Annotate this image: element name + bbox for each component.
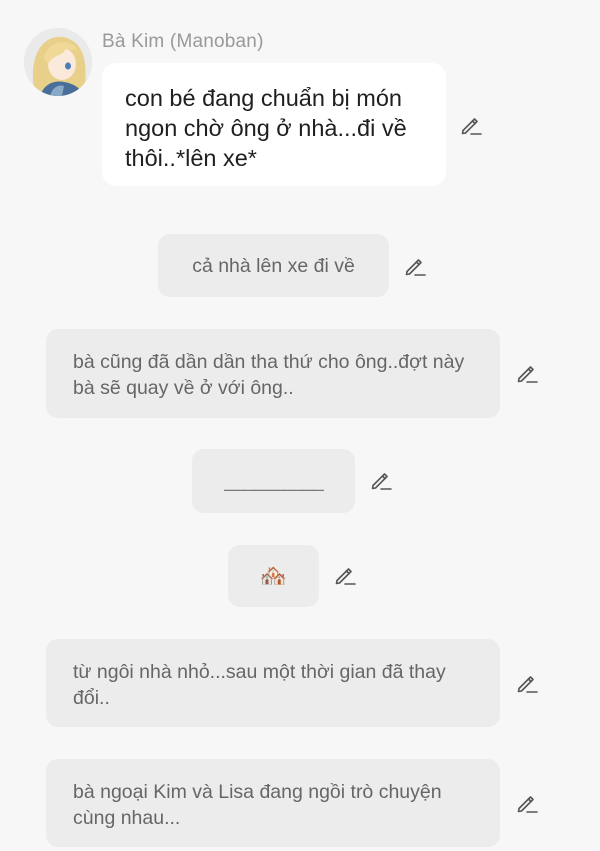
dialogue-text: con bé đang chuẩn bị món ngon chờ ông ở … xyxy=(125,85,407,171)
narration-text: từ ngôi nhà nhỏ...sau một thời gian đã t… xyxy=(73,661,446,709)
narration-bubble[interactable]: bà ngoại Kim và Lisa đang ngồi trò chuyệ… xyxy=(46,759,500,847)
edit-icon[interactable] xyxy=(514,360,540,386)
edit-icon[interactable] xyxy=(402,253,428,279)
narration-text: bà ngoại Kim và Lisa đang ngồi trò chuyệ… xyxy=(73,781,442,829)
edit-icon[interactable] xyxy=(368,467,394,493)
edit-icon[interactable] xyxy=(514,790,540,816)
sender-avatar[interactable] xyxy=(24,28,92,96)
narration-bubble[interactable]: bà cũng đã dần dần tha thứ cho ông..đợt … xyxy=(46,329,500,418)
narration-text: bà cũng đã dần dần tha thứ cho ông..đợt … xyxy=(73,351,465,399)
edit-icon[interactable] xyxy=(514,670,540,696)
separator-text: __________ xyxy=(224,470,323,492)
avatar-image xyxy=(24,28,92,96)
dialogue-bubble[interactable]: con bé đang chuẩn bị món ngon chờ ông ở … xyxy=(102,63,446,186)
narration-bubble[interactable]: cả nhà lên xe đi về xyxy=(158,234,389,297)
edit-icon[interactable] xyxy=(458,112,484,138)
houses-emoji: 🏘️ xyxy=(259,563,288,588)
edit-icon[interactable] xyxy=(332,562,358,588)
sender-name: Bà Kim (Manoban) xyxy=(102,31,264,52)
narration-bubble[interactable]: từ ngôi nhà nhỏ...sau một thời gian đã t… xyxy=(46,639,500,727)
separator-bubble[interactable]: __________ xyxy=(192,449,355,513)
emoji-bubble[interactable]: 🏘️ xyxy=(228,545,319,607)
narration-text: cả nhà lên xe đi về xyxy=(192,254,355,277)
